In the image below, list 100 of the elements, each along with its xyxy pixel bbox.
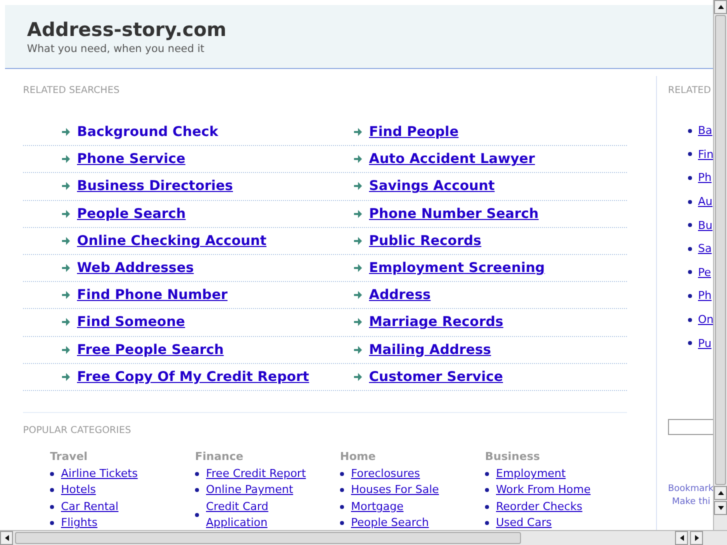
category-link[interactable]: Used Cars [496, 515, 596, 530]
category-link[interactable]: Flights [61, 515, 161, 530]
bullet-icon [195, 512, 199, 517]
scroll-up-button[interactable] [714, 486, 727, 500]
horizontal-scrollbar[interactable] [0, 530, 727, 545]
sidebar-link[interactable]: Fin [698, 148, 713, 161]
bullet-icon [50, 472, 54, 476]
scroll-thumb[interactable] [15, 532, 521, 544]
search-link[interactable]: Background Check [77, 124, 218, 140]
scroll-right-button[interactable] [690, 531, 703, 545]
footer-link[interactable]: Make thi [668, 496, 710, 510]
search-link[interactable]: Auto Accident Lawyer [369, 151, 535, 168]
bullet-icon [195, 488, 199, 492]
category-heading: Home [340, 450, 377, 464]
sidebar-link[interactable]: Bu [698, 218, 713, 232]
bullet-icon [688, 246, 692, 251]
search-link[interactable]: Customer Service [369, 368, 503, 385]
scroll-up-button[interactable] [714, 0, 727, 14]
arrow-icon [354, 264, 362, 272]
arrow-icon [354, 291, 362, 300]
sidebar-link[interactable]: Pu [698, 336, 712, 350]
vertical-scrollbar[interactable] [713, 0, 727, 530]
category-heading: Business [485, 450, 541, 464]
arrow-icon [354, 128, 362, 136]
bullet-icon [688, 223, 692, 228]
category-link[interactable]: Reorder Checks [496, 498, 596, 516]
triangle-icon [2, 534, 10, 542]
bullet-icon [688, 128, 692, 133]
search-link[interactable]: Employment Screening [369, 260, 545, 276]
search-link[interactable]: Find Someone [77, 314, 186, 330]
arrow-icon [354, 182, 362, 190]
search-link[interactable]: Business Directories [77, 178, 233, 194]
bullet-icon [50, 504, 54, 509]
search-link[interactable]: Phone Service [77, 151, 186, 168]
category-heading: Finance [195, 450, 244, 464]
bullet-icon [485, 472, 489, 476]
sidebar-link[interactable]: Pe [698, 266, 712, 279]
sidebar-link[interactable]: On [698, 313, 713, 326]
arrow-icon [62, 128, 70, 136]
bullet-icon [485, 488, 489, 492]
search-link[interactable]: Address [369, 287, 431, 304]
category-link[interactable]: Work From Home [496, 482, 596, 499]
bullet-icon [195, 472, 199, 476]
arrow-icon [62, 210, 70, 218]
bullet-icon [50, 521, 54, 526]
category-link[interactable]: Free Credit Report [206, 466, 306, 482]
sidebar-link[interactable]: Ph [698, 171, 712, 184]
category-link[interactable]: Hotels [61, 482, 161, 499]
sidebar-link[interactable]: Ba [698, 124, 712, 138]
sidebar-link[interactable]: Ph [698, 289, 712, 302]
search-link[interactable]: Public Records [369, 232, 482, 249]
search-link[interactable]: Savings Account [369, 178, 495, 194]
category-link[interactable]: People Search [351, 515, 451, 530]
category-link[interactable]: Employment [496, 466, 596, 482]
scroll-thumb[interactable] [715, 15, 726, 485]
category-link[interactable]: Airline Tickets [61, 466, 161, 482]
arrow-icon [354, 210, 362, 218]
search-link[interactable]: Marriage Records [369, 314, 504, 330]
scroll-left-button[interactable] [0, 531, 13, 545]
category-link[interactable]: Mortgage [351, 498, 451, 516]
category-link[interactable]: Online Payment [206, 482, 306, 499]
arrow-icon [354, 236, 362, 245]
scroll-left-button[interactable] [675, 531, 688, 545]
search-link[interactable]: Online Checking Account [77, 232, 266, 249]
category-heading: Travel [50, 450, 89, 464]
category-link[interactable]: Foreclosures [351, 466, 451, 482]
arrow-icon [62, 236, 70, 245]
search-link[interactable]: Free People Search [77, 342, 224, 358]
bullet-icon [688, 270, 692, 274]
category-link[interactable]: Credit Card Application [206, 498, 306, 530]
site-title: Address-story.com [27, 18, 228, 42]
search-link[interactable]: Web Addresses [77, 260, 194, 276]
sidebar-link[interactable]: Au [698, 195, 712, 208]
search-link[interactable]: Find People [369, 124, 459, 140]
triangle-icon [716, 3, 724, 11]
search-link[interactable]: Mailing Address [369, 342, 492, 358]
bullet-icon [340, 488, 344, 492]
scroll-down-button[interactable] [714, 501, 727, 515]
category-link[interactable]: Houses For Sale [351, 482, 451, 499]
section-heading: RELATED [668, 85, 712, 97]
arrow-icon [354, 372, 362, 381]
section-heading: POPULAR CATEGORIES [23, 424, 132, 437]
arrow-icon [62, 372, 70, 381]
bullet-icon [340, 521, 344, 526]
arrow-icon [62, 155, 70, 164]
arrow-icon [62, 346, 70, 354]
bullet-icon [485, 504, 489, 509]
arrow-icon [62, 182, 70, 190]
category-link[interactable]: Car Rental [61, 498, 161, 516]
search-link[interactable]: Phone Number Search [369, 206, 539, 222]
arrow-icon [354, 346, 362, 354]
arrow-icon [354, 155, 362, 164]
search-link[interactable]: Free Copy Of My Credit Report [77, 368, 310, 385]
search-link[interactable]: People Search [77, 206, 186, 222]
arrow-icon [62, 264, 70, 272]
bullet-icon [340, 472, 344, 476]
arrow-icon [354, 318, 362, 326]
sidebar-link[interactable]: Sa [698, 242, 712, 256]
site-tagline: What you need, when you need it [27, 42, 206, 56]
search-link[interactable]: Find Phone Number [77, 287, 228, 304]
